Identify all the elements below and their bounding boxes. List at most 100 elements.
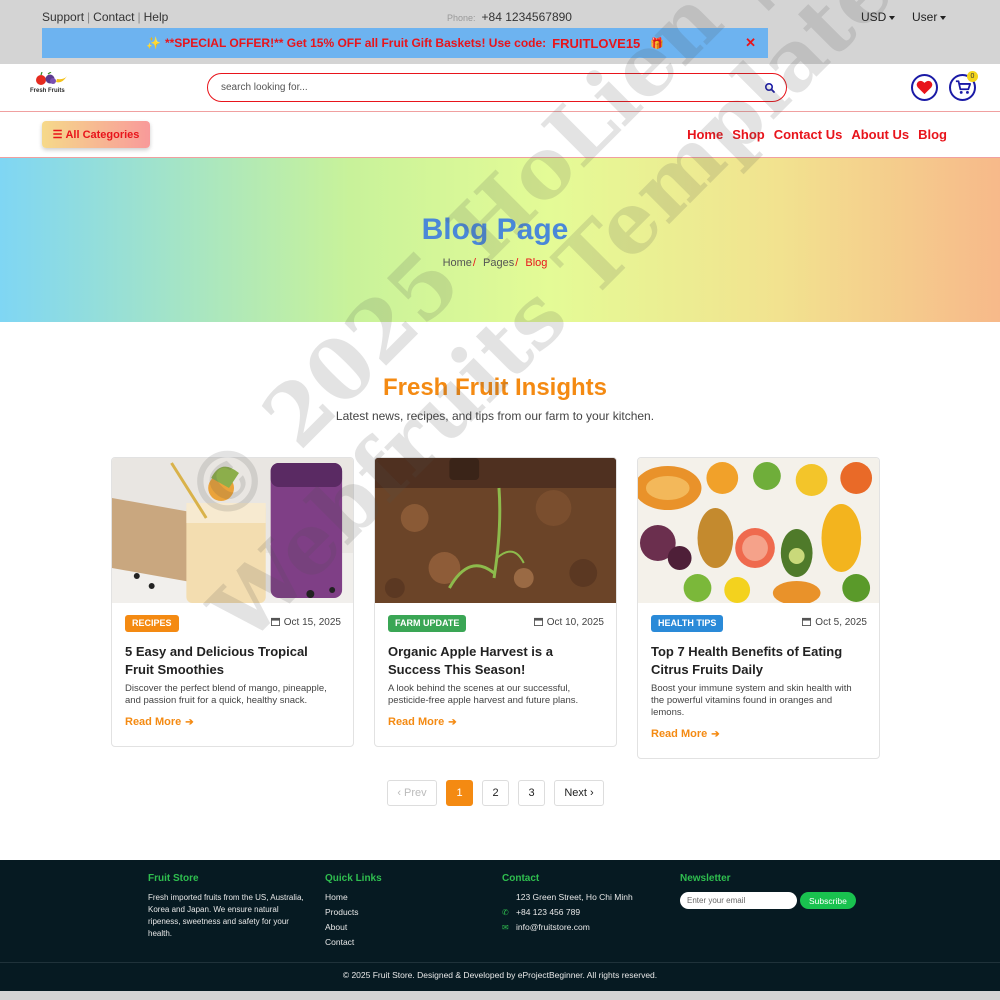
bottom-strip: [0, 991, 1000, 1000]
footer-heading: Newsletter: [680, 873, 731, 884]
nav-item-about[interactable]: About Us: [851, 127, 909, 142]
gift-icon: 🎁: [650, 37, 664, 50]
footer-link-contact[interactable]: Contact: [325, 937, 354, 947]
phone-info: Phone: +84 1234567890: [447, 10, 572, 24]
post-date-text: Oct 10, 2025: [546, 617, 604, 628]
search-input[interactable]: [221, 74, 741, 101]
newsletter-email-input[interactable]: [680, 892, 797, 909]
pagination: ‹ Prev 1 2 3 Next ›: [387, 780, 604, 806]
arrow-right-icon: ➔: [711, 729, 720, 740]
copyright: © 2025 Fruit Store. Designed & Developed…: [0, 962, 1000, 991]
breadcrumb-home[interactable]: Home: [443, 257, 472, 269]
footer-newsletter: Newsletter Subscribe: [680, 873, 856, 909]
user-label: User: [912, 10, 938, 24]
envelope-icon: ✉: [502, 922, 509, 932]
chevron-down-icon: [940, 15, 947, 20]
close-icon[interactable]: ✕: [745, 35, 756, 51]
section-subtitle: Latest news, recipes, and tips from our …: [335, 409, 655, 423]
page-button-1[interactable]: 1: [446, 780, 473, 806]
post-title[interactable]: Top 7 Health Benefits of Eating Citrus F…: [638, 643, 879, 679]
wishlist-button[interactable]: [911, 74, 938, 101]
currency-dropdown[interactable]: USD: [861, 10, 896, 24]
cart-icon: [955, 80, 971, 94]
phone-number: +84 1234567890: [481, 10, 572, 24]
nav-menu: Home Shop Contact Us About Us Blog: [687, 127, 947, 142]
read-more-label: Read More: [125, 716, 182, 728]
nav-item-shop[interactable]: Shop: [732, 127, 765, 142]
top-bar: Support | Contact | Help Phone: +84 123456789…: [0, 0, 1000, 64]
post-title[interactable]: Organic Apple Harvest is a Success This …: [375, 643, 616, 679]
all-categories-label: All Categories: [65, 128, 140, 141]
footer-heading: Quick Links: [325, 873, 382, 884]
breadcrumb-pages[interactable]: Pages: [483, 257, 514, 269]
read-more-link[interactable]: Read More ➔: [638, 728, 879, 740]
mixed-fruits-image[interactable]: [638, 458, 879, 603]
read-more-link[interactable]: Read More ➔: [112, 716, 353, 728]
post-date: Oct 15, 2025: [270, 617, 341, 628]
footer-about-text: Fresh imported fruits from the US, Austr…: [148, 893, 304, 938]
footer-contact: Contact 123 Green Street, Ho Chi Minh ✆ +…: [502, 873, 633, 937]
cart-count-badge: 0: [967, 71, 978, 82]
page-button-3[interactable]: 3: [518, 780, 545, 806]
user-dropdown[interactable]: User: [912, 10, 947, 24]
top-links: Support | Contact | Help: [42, 10, 168, 24]
next-page-button[interactable]: Next ›: [554, 780, 604, 806]
email-text[interactable]: info@fruitstore.com: [516, 922, 590, 932]
read-more-link[interactable]: Read More ➔: [375, 716, 616, 728]
smoothie-image[interactable]: [112, 458, 353, 603]
contact-link[interactable]: Contact: [93, 10, 134, 24]
footer-link-about[interactable]: About: [325, 922, 347, 932]
separator: |: [137, 10, 141, 24]
category-badge[interactable]: RECIPES: [125, 615, 179, 632]
separator: |: [87, 10, 91, 24]
blog-card: FARM UPDATE Oct 10, 2025 Organic Apple H…: [374, 457, 617, 747]
currency-label: USD: [861, 10, 887, 24]
blog-card: HEALTH TIPS Oct 5, 2025 Top 7 Health Ben…: [637, 457, 880, 759]
footer-link-products[interactable]: Products: [325, 907, 359, 917]
category-badge[interactable]: HEALTH TIPS: [651, 615, 724, 632]
support-link[interactable]: Support: [42, 10, 84, 24]
category-badge[interactable]: FARM UPDATE: [388, 615, 467, 632]
chevron-down-icon: [889, 15, 896, 20]
site-header: Fresh Fruits 0: [0, 64, 1000, 112]
sparkle-icon: ✨: [146, 36, 161, 50]
help-link[interactable]: Help: [144, 10, 169, 24]
blog-card: RECIPES Oct 15, 2025 5 Easy and Deliciou…: [111, 457, 354, 747]
card-meta: RECIPES Oct 15, 2025: [112, 603, 353, 643]
footer-about: Fruit Store Fresh imported fruits from t…: [148, 873, 313, 940]
breadcrumb: Home/ Pages/ Blog: [0, 257, 990, 269]
soil-sprout-image[interactable]: [375, 458, 616, 603]
calendar-icon: [270, 617, 280, 626]
menu-bars-icon: ☰: [52, 129, 63, 141]
cart-button[interactable]: 0: [949, 71, 978, 101]
footer-heading: Fruit Store: [148, 873, 199, 884]
page-button-2[interactable]: 2: [482, 780, 509, 806]
post-title[interactable]: 5 Easy and Delicious Tropical Fruit Smoo…: [112, 643, 353, 679]
nav-item-home[interactable]: Home: [687, 127, 723, 142]
phone-icon: ✆: [502, 907, 509, 917]
footer-heading: Contact: [502, 873, 540, 884]
site-footer: Fruit Store Fresh imported fruits from t…: [0, 860, 1000, 991]
calendar-icon: [802, 617, 812, 626]
breadcrumb-separator: /: [515, 257, 519, 269]
nav-item-contact[interactable]: Contact Us: [774, 127, 843, 142]
main-nav: ☰ All Categories Home Shop Contact Us Ab…: [0, 112, 1000, 158]
phone-label: Phone:: [447, 13, 476, 23]
promo-code: FRUITLOVE15: [552, 35, 641, 51]
footer-link-home[interactable]: Home: [325, 892, 348, 902]
post-excerpt: A look behind the scenes at our successf…: [388, 683, 579, 706]
footer-email: ✉ info@fruitstore.com: [502, 922, 633, 932]
nav-item-blog[interactable]: Blog: [918, 127, 947, 142]
calendar-icon: [533, 617, 543, 626]
subscribe-button[interactable]: Subscribe: [800, 892, 856, 909]
post-date: Oct 10, 2025: [533, 617, 604, 628]
logo[interactable]: Fresh Fruits: [30, 70, 70, 100]
all-categories-button[interactable]: ☰ All Categories: [42, 121, 150, 148]
prev-page-button[interactable]: ‹ Prev: [387, 780, 437, 806]
post-excerpt: Discover the perfect blend of mango, pin…: [125, 683, 327, 706]
page-hero: Blog Page Home/ Pages/ Blog: [0, 158, 1000, 322]
search-icon[interactable]: [764, 82, 776, 94]
newsletter-form: Subscribe: [680, 892, 856, 909]
read-more-label: Read More: [651, 728, 708, 740]
section-title: Fresh Fruit Insights: [382, 374, 607, 401]
